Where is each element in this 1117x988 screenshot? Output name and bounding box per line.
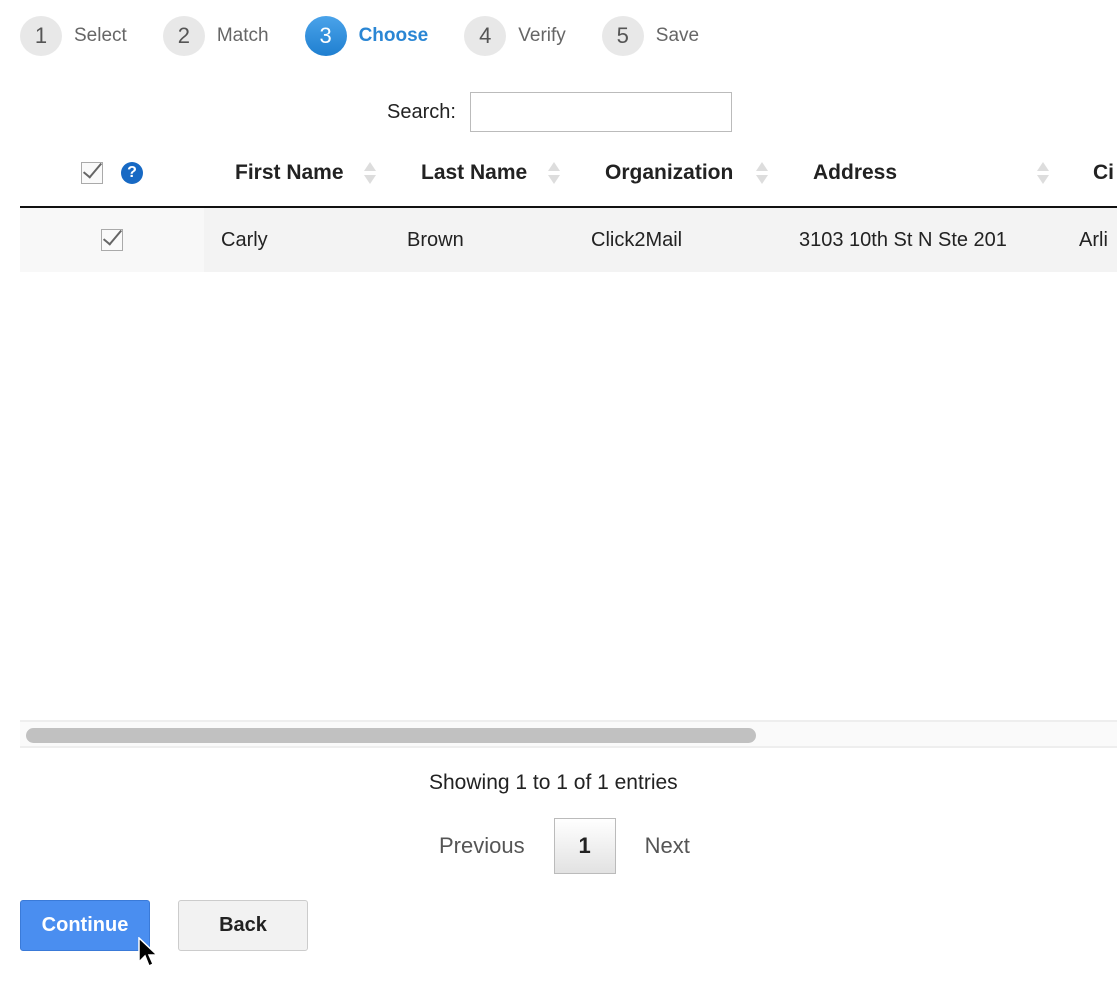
step-label: Match <box>216 25 269 46</box>
column-header-city[interactable]: Ci <box>1063 140 1117 208</box>
column-header-organization[interactable]: Organization <box>575 140 783 208</box>
sort-icon[interactable] <box>364 162 376 186</box>
cell-address: 3103 10th St N Ste 201 <box>783 207 1063 272</box>
select-all-header: ? <box>20 140 204 208</box>
horizontal-scrollbar[interactable] <box>20 720 1117 748</box>
step-label: Choose <box>358 25 429 46</box>
column-header-first-name[interactable]: First Name <box>204 140 390 208</box>
mouse-cursor-icon <box>138 937 159 968</box>
page-1-button[interactable]: 1 <box>553 818 616 874</box>
step-number: 3 <box>304 16 347 56</box>
cell-city: Arli <box>1063 207 1117 272</box>
step-save[interactable]: 5 Save <box>601 16 700 56</box>
wizard-steps: 1 Select 2 Match 3 Choose 4 Verify 5 Save <box>20 16 735 56</box>
step-verify[interactable]: 4 Verify <box>464 16 566 56</box>
help-icon[interactable]: ? <box>121 162 143 185</box>
step-choose[interactable]: 3 Choose <box>304 16 429 56</box>
step-number: 1 <box>20 16 62 56</box>
column-header-address[interactable]: Address <box>783 140 1063 208</box>
step-select[interactable]: 1 Select <box>20 16 127 56</box>
row-select-cell <box>20 207 204 272</box>
previous-button[interactable]: Previous <box>439 833 525 859</box>
column-label: Organization <box>605 161 734 184</box>
sort-icon[interactable] <box>1037 162 1049 186</box>
cell-last-name: Brown <box>390 207 575 272</box>
step-match[interactable]: 2 Match <box>162 16 269 56</box>
continue-button[interactable]: Continue <box>20 900 150 951</box>
sort-icon[interactable] <box>548 162 560 186</box>
step-number: 2 <box>162 16 205 56</box>
step-number: 4 <box>464 16 507 56</box>
column-label: Ci <box>1093 161 1114 184</box>
search-input[interactable] <box>469 92 732 132</box>
results-table-container: ? First Name Last Name Organization Addr… <box>20 140 1117 750</box>
column-label: Address <box>813 161 898 184</box>
next-button[interactable]: Next <box>645 833 690 859</box>
cell-organization: Click2Mail <box>575 207 783 272</box>
row-checkbox[interactable] <box>101 229 123 252</box>
scrollbar-thumb[interactable] <box>26 728 756 743</box>
cell-first-name: Carly <box>204 207 390 272</box>
column-label: First Name <box>235 161 344 184</box>
pagination: Previous 1 Next <box>439 818 690 874</box>
column-header-last-name[interactable]: Last Name <box>390 140 575 208</box>
select-all-checkbox[interactable] <box>81 162 103 185</box>
step-label: Save <box>655 25 700 46</box>
step-label: Verify <box>518 25 566 46</box>
table-row[interactable]: Carly Brown Click2Mail 3103 10th St N St… <box>20 207 1117 272</box>
step-number: 5 <box>601 16 644 56</box>
column-label: Last Name <box>421 161 528 184</box>
search-label: Search: <box>387 100 456 123</box>
back-button[interactable]: Back <box>178 900 308 951</box>
entries-info: Showing 1 to 1 of 1 entries <box>429 771 678 794</box>
results-table: ? First Name Last Name Organization Addr… <box>20 140 1117 272</box>
search-bar: Search: <box>387 92 732 132</box>
step-label: Select <box>74 25 127 46</box>
sort-icon[interactable] <box>756 162 768 186</box>
